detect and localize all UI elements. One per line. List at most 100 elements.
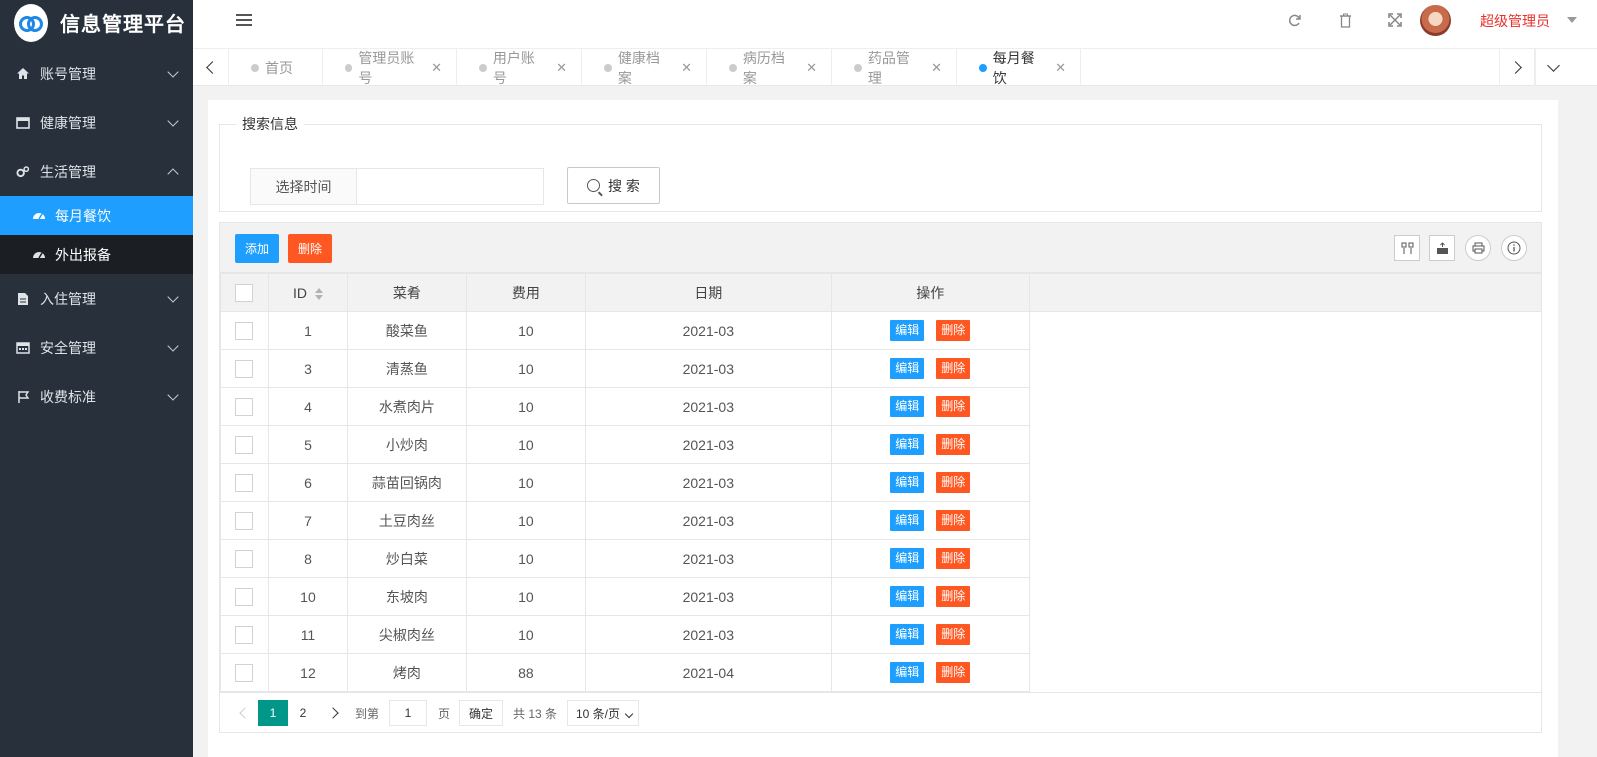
cell-dish: 蒜苗回锅肉 xyxy=(346,463,467,502)
page-size-select[interactable]: 10 条/页 xyxy=(567,700,639,726)
delete-button[interactable]: 删除 xyxy=(936,358,971,379)
avatar[interactable] xyxy=(1420,5,1451,36)
delete-button[interactable]: 删除 xyxy=(936,548,971,569)
tab-medical-records[interactable]: 病历档案 ✕ xyxy=(707,49,832,86)
edit-button[interactable]: 编辑 xyxy=(890,396,925,417)
row-checkbox[interactable] xyxy=(235,511,254,530)
cell-fee: 10 xyxy=(465,577,586,616)
cell-actions: 编辑 删除 xyxy=(830,615,1030,654)
edit-button[interactable]: 编辑 xyxy=(890,472,925,493)
delete-button[interactable]: 删除 xyxy=(936,320,971,341)
goto-confirm-button[interactable]: 确定 xyxy=(459,700,503,726)
goto-page-input[interactable]: 1 xyxy=(389,700,427,726)
edit-button[interactable]: 编辑 xyxy=(890,662,925,683)
sidebar-item-security[interactable]: 安全管理 xyxy=(0,323,193,372)
prev-page-button[interactable] xyxy=(230,700,260,726)
close-icon[interactable]: ✕ xyxy=(681,60,692,76)
sidebar-item-fees[interactable]: 收费标准 xyxy=(0,372,193,421)
menu-toggle-icon[interactable] xyxy=(236,14,252,28)
cell-date: 2021-03 xyxy=(584,425,832,464)
row-checkbox[interactable] xyxy=(235,359,254,378)
tab-home[interactable]: 首页 xyxy=(229,49,323,86)
tab-medicine-management[interactable]: 药品管理 ✕ xyxy=(832,49,957,86)
cell-dish: 尖椒肉丝 xyxy=(346,615,467,654)
delete-button[interactable]: 删除 xyxy=(936,472,971,493)
sidebar-item-life[interactable]: 生活管理 xyxy=(0,147,193,196)
delete-button[interactable]: 删除 xyxy=(936,586,971,607)
delete-button[interactable]: 删除 xyxy=(936,396,971,417)
close-icon[interactable]: ✕ xyxy=(556,60,567,76)
table-body: 1 酸菜鱼 10 2021-03 编辑 删除 3 清蒸鱼 10 2021-03 编辑 删除 4 水煮肉片 1… xyxy=(220,311,1541,692)
sidebar-item-health[interactable]: 健康管理 xyxy=(0,98,193,147)
info-icon[interactable] xyxy=(1501,235,1527,261)
row-checkbox[interactable] xyxy=(235,435,254,454)
delete-button[interactable]: 删除 xyxy=(936,662,971,683)
delete-button[interactable]: 删除 xyxy=(936,434,971,455)
column-header-fee: 费用 xyxy=(465,273,586,312)
chevron-down-icon xyxy=(1547,59,1560,72)
tab-dot-icon xyxy=(479,63,487,72)
table-row: 12 烤肉 88 2021-04 编辑 删除 xyxy=(220,653,1541,692)
tab-dropdown-button[interactable] xyxy=(1535,49,1571,86)
tab-admin-accounts[interactable]: 管理员账号 ✕ xyxy=(323,49,457,86)
refresh-icon[interactable] xyxy=(1285,11,1303,29)
column-header-date: 日期 xyxy=(584,273,832,312)
table-row: 7 土豆肉丝 10 2021-03 编辑 删除 xyxy=(220,501,1541,540)
search-button[interactable]: 搜 索 xyxy=(567,167,660,204)
cell-date: 2021-03 xyxy=(584,387,832,426)
cell-date: 2021-03 xyxy=(584,311,832,350)
edit-button[interactable]: 编辑 xyxy=(890,548,925,569)
time-input[interactable] xyxy=(357,168,544,205)
logo-image xyxy=(14,3,48,42)
columns-icon[interactable] xyxy=(1394,235,1420,261)
next-page-button[interactable] xyxy=(318,700,348,726)
fullscreen-icon[interactable] xyxy=(1386,11,1404,29)
chevron-down-icon xyxy=(167,291,179,303)
row-checkbox[interactable] xyxy=(235,625,254,644)
row-checkbox[interactable] xyxy=(235,587,254,606)
table-row: 11 尖椒肉丝 10 2021-03 编辑 删除 xyxy=(220,615,1541,654)
close-icon[interactable]: ✕ xyxy=(931,60,942,76)
user-name[interactable]: 超级管理员 xyxy=(1480,11,1550,31)
tab-scroll-right-button[interactable] xyxy=(1499,49,1535,86)
row-checkbox[interactable] xyxy=(235,549,254,568)
edit-button[interactable]: 编辑 xyxy=(890,586,925,607)
sidebar-item-account[interactable]: 账号管理 xyxy=(0,49,193,98)
close-icon[interactable]: ✕ xyxy=(1055,60,1066,76)
edit-button[interactable]: 编辑 xyxy=(890,624,925,645)
page-2-button[interactable]: 2 xyxy=(288,700,318,726)
cell-fee: 10 xyxy=(465,387,586,426)
sidebar-subitem-monthly-meals[interactable]: 每月餐饮 xyxy=(0,196,193,235)
sidebar-item-checkin[interactable]: 入住管理 xyxy=(0,274,193,323)
edit-button[interactable]: 编辑 xyxy=(890,510,925,531)
tab-label: 健康档案 xyxy=(617,49,660,86)
export-icon[interactable] xyxy=(1429,235,1455,261)
edit-button[interactable]: 编辑 xyxy=(890,358,925,379)
batch-delete-button[interactable]: 删除 xyxy=(288,234,333,263)
row-checkbox[interactable] xyxy=(235,663,254,682)
sidebar-subitem-outing-report[interactable]: 外出报备 xyxy=(0,235,193,274)
tab-scroll-left-button[interactable] xyxy=(193,49,229,86)
select-all-checkbox[interactable] xyxy=(235,283,254,302)
row-checkbox[interactable] xyxy=(235,321,254,340)
delete-button[interactable]: 删除 xyxy=(936,624,971,645)
add-button[interactable]: 添加 xyxy=(235,234,280,263)
close-icon[interactable]: ✕ xyxy=(806,60,817,76)
delete-button[interactable]: 删除 xyxy=(936,510,971,531)
cell-filler xyxy=(1028,349,1541,388)
trash-icon[interactable] xyxy=(1336,11,1354,29)
tab-monthly-meals[interactable]: 每月餐饮 ✕ xyxy=(957,49,1081,86)
edit-button[interactable]: 编辑 xyxy=(890,320,925,341)
edit-button[interactable]: 编辑 xyxy=(890,434,925,455)
sidebar: 信息管理平台 账号管理 健康管理 生活管理 每月餐饮 外出报备 入住管理 安全管… xyxy=(0,0,193,757)
tab-user-accounts[interactable]: 用户账号 ✕ xyxy=(457,49,582,86)
sort-icon[interactable] xyxy=(314,287,323,300)
tab-health-records[interactable]: 健康档案 ✕ xyxy=(582,49,707,86)
row-checkbox[interactable] xyxy=(235,397,254,416)
print-icon[interactable] xyxy=(1465,235,1491,261)
caret-down-icon[interactable] xyxy=(1567,17,1577,23)
row-checkbox[interactable] xyxy=(235,473,254,492)
page-1-button[interactable]: 1 xyxy=(258,700,288,726)
column-header-id[interactable]: ID xyxy=(267,273,348,312)
close-icon[interactable]: ✕ xyxy=(431,60,442,76)
